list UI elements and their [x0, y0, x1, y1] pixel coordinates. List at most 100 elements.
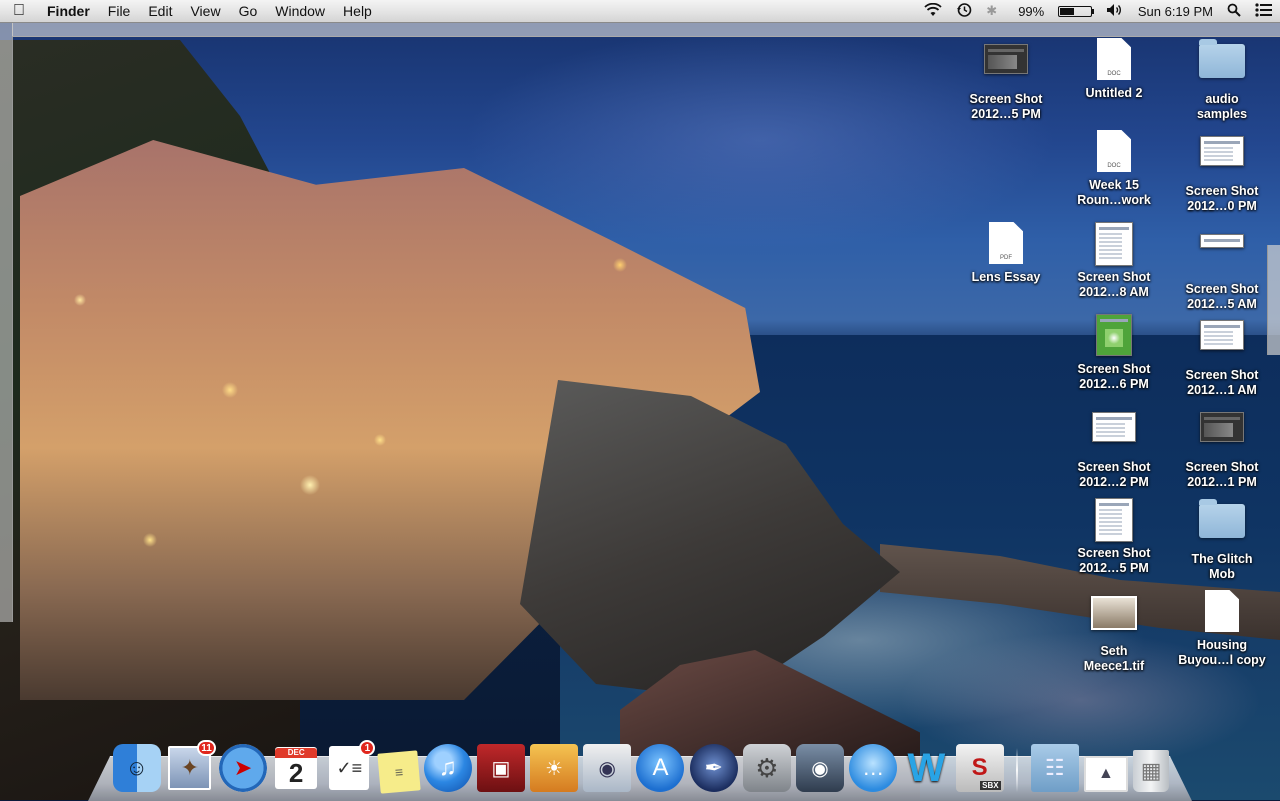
desktop-icon-screen-shot[interactable]: Screen Shot 2012…2 PM [1060, 404, 1168, 490]
screenshot-thumbnail-icon [1198, 234, 1246, 278]
icon-label: Screen Shot [1185, 460, 1259, 474]
icon-label: 2012…5 AM [1187, 297, 1257, 311]
document-icon [1198, 590, 1246, 634]
pdf-document-icon: PDF [982, 222, 1030, 266]
dock-stickies-icon[interactable]: ≡ [376, 750, 421, 794]
dock-sbx-app-icon[interactable]: S SBX [955, 744, 1004, 792]
desktop-icon-the-glitch-mob[interactable]: The Glitch Mob [1168, 496, 1276, 582]
icon-label: 2012…5 PM [1079, 561, 1149, 575]
icon-label: Screen Shot [1185, 282, 1259, 296]
icon-label: Housing [1197, 638, 1247, 652]
icon-label: Seth [1100, 644, 1128, 658]
dock-system-preferences-icon[interactable]: ⚙ [742, 744, 791, 792]
desktop-icon-screen-shot[interactable]: Screen Shot 2012…5 PM [952, 36, 1060, 122]
desktop-icon-screen-shot[interactable]: Screen Shot 2012…8 AM [1060, 220, 1168, 300]
dock-facetime-icon[interactable]: ◉ [796, 744, 845, 792]
icon-label: 2012…0 PM [1187, 199, 1257, 213]
icon-label: Meece1.tif [1083, 659, 1145, 673]
desktop-icon-seth-meece[interactable]: Seth Meece1.tif [1060, 588, 1168, 674]
dock-finder-icon[interactable]: ☺ [112, 744, 161, 792]
icon-label: Screen Shot [969, 92, 1043, 106]
dock-itunes-icon[interactable]: ♫ [423, 744, 472, 792]
icon-label: Untitled 2 [1085, 86, 1143, 100]
screenshot-thumbnail-icon [1090, 498, 1138, 542]
icon-label: Screen Shot [1077, 270, 1151, 284]
icon-label: Screen Shot [1185, 368, 1259, 382]
image-file-icon [1090, 596, 1138, 640]
menu-file[interactable]: File [99, 3, 140, 19]
icon-label: Screen Shot [1185, 184, 1259, 198]
doc-type-label: PDF [1000, 255, 1012, 261]
sbx-label: SBX [980, 781, 1001, 790]
volume-icon[interactable] [1099, 3, 1131, 20]
calendar-page-icon: DEC 2 [275, 747, 318, 789]
dock-photo-booth-icon[interactable]: ▣ [476, 744, 525, 792]
desktop-icon-screen-shot[interactable]: Screen Shot 2012…0 PM [1168, 128, 1276, 214]
desktop-icon-audio-samples[interactable]: audio samples [1168, 36, 1276, 122]
icon-label: Week 15 [1089, 178, 1139, 192]
mail-unread-badge: 11 [197, 740, 216, 756]
icon-label: 2012…8 AM [1079, 285, 1149, 299]
icon-label: 2012…1 AM [1187, 383, 1257, 397]
menu-go[interactable]: Go [230, 3, 267, 19]
dock-app-store-icon[interactable]: A [636, 744, 685, 792]
screenshot-thumbnail-icon [982, 44, 1030, 88]
dock-preview-icon[interactable]: ◉ [583, 744, 632, 792]
screenshot-thumbnail-icon [1198, 136, 1246, 180]
dock-messages-icon[interactable]: … [849, 744, 898, 792]
background-window-edge[interactable] [0, 22, 13, 622]
menu-view[interactable]: View [181, 3, 229, 19]
desktop-icon-screen-shot[interactable]: Screen Shot 2012…6 PM [1060, 312, 1168, 392]
desktop-icon-screen-shot[interactable]: Screen Shot 2012…5 AM [1168, 220, 1276, 312]
desktop-icon-screen-shot[interactable]: Screen Shot 2012…1 PM [1168, 404, 1276, 490]
document-icon: DOC [1090, 38, 1138, 82]
wifi-icon[interactable] [917, 2, 949, 20]
battery-percent: 99% [1018, 3, 1045, 19]
screenshot-thumbnail-icon [1090, 412, 1138, 456]
dock-mail-icon[interactable]: ✦ 11 [166, 740, 216, 792]
dock-documents-folder-icon[interactable]: ☷ [1030, 744, 1079, 792]
battery-status[interactable]: 99% [1004, 4, 1099, 19]
background-window-titlebar[interactable] [12, 22, 1280, 37]
doc-type-label: DOC [1107, 163, 1121, 169]
dock-trash-icon[interactable]: ▦ [1133, 750, 1170, 792]
dock-calendar-icon[interactable]: DEC 2 [272, 744, 320, 792]
desktop-icon-lens-essay[interactable]: PDF Lens Essay [952, 220, 1060, 285]
menu-edit[interactable]: Edit [139, 3, 181, 19]
dock-quill-app-icon[interactable]: ✒ [689, 744, 738, 792]
icon-label: Screen Shot [1077, 546, 1151, 560]
icon-label: 2012…1 PM [1187, 475, 1257, 489]
dock-iphoto-icon[interactable]: ☀ [530, 744, 579, 792]
icon-label: Roun…work [1077, 193, 1151, 207]
menu-window[interactable]: Window [266, 3, 334, 19]
menu-app-name[interactable]: Finder [38, 3, 99, 19]
apple-logo-icon[interactable]:  [0, 2, 38, 20]
spotlight-search-icon[interactable] [1220, 3, 1248, 20]
menu-extras: ✱ 99% Sun 6:19 PM [917, 0, 1280, 22]
doc-type-label: DOC [1107, 71, 1121, 77]
dock-downloads-stack-icon[interactable]: ▲ [1083, 756, 1128, 792]
dock-w-app-icon[interactable]: W [902, 744, 950, 792]
icon-label: audio [1205, 92, 1239, 106]
icon-label: Screen Shot [1077, 460, 1151, 474]
desktop-icon-week-15[interactable]: DOC Week 15 Roun…work [1060, 128, 1168, 208]
desktop-icon-screen-shot[interactable]: Screen Shot 2012…1 AM [1168, 312, 1276, 398]
bluetooth-icon[interactable]: ✱ [979, 3, 1004, 19]
folder-icon [1198, 499, 1246, 548]
menu-bar:  Finder File Edit View Go Window Help ✱… [0, 0, 1280, 23]
notification-center-icon[interactable] [1248, 2, 1280, 20]
menu-help[interactable]: Help [334, 3, 381, 19]
calendar-day: 2 [288, 757, 304, 788]
screenshot-thumbnail-icon [1090, 222, 1138, 266]
icon-label: 2012…5 PM [971, 107, 1041, 121]
icon-label: Buyou…l copy [1178, 653, 1266, 667]
time-machine-icon[interactable] [949, 2, 979, 21]
desktop-icon-housing-buyout[interactable]: Housing Buyou…l copy [1168, 588, 1276, 668]
desktop-icon-untitled-2[interactable]: DOC Untitled 2 [1060, 36, 1168, 101]
dock-safari-icon[interactable]: ➤ [218, 744, 267, 792]
reminders-badge: 1 [359, 740, 376, 756]
desktop-icon-screen-shot[interactable]: Screen Shot 2012…5 PM [1060, 496, 1168, 576]
dock-reminders-icon[interactable]: ✓≡ 1 [325, 740, 376, 792]
menu-clock[interactable]: Sun 6:19 PM [1131, 4, 1220, 19]
icon-label: Mob [1209, 567, 1235, 581]
